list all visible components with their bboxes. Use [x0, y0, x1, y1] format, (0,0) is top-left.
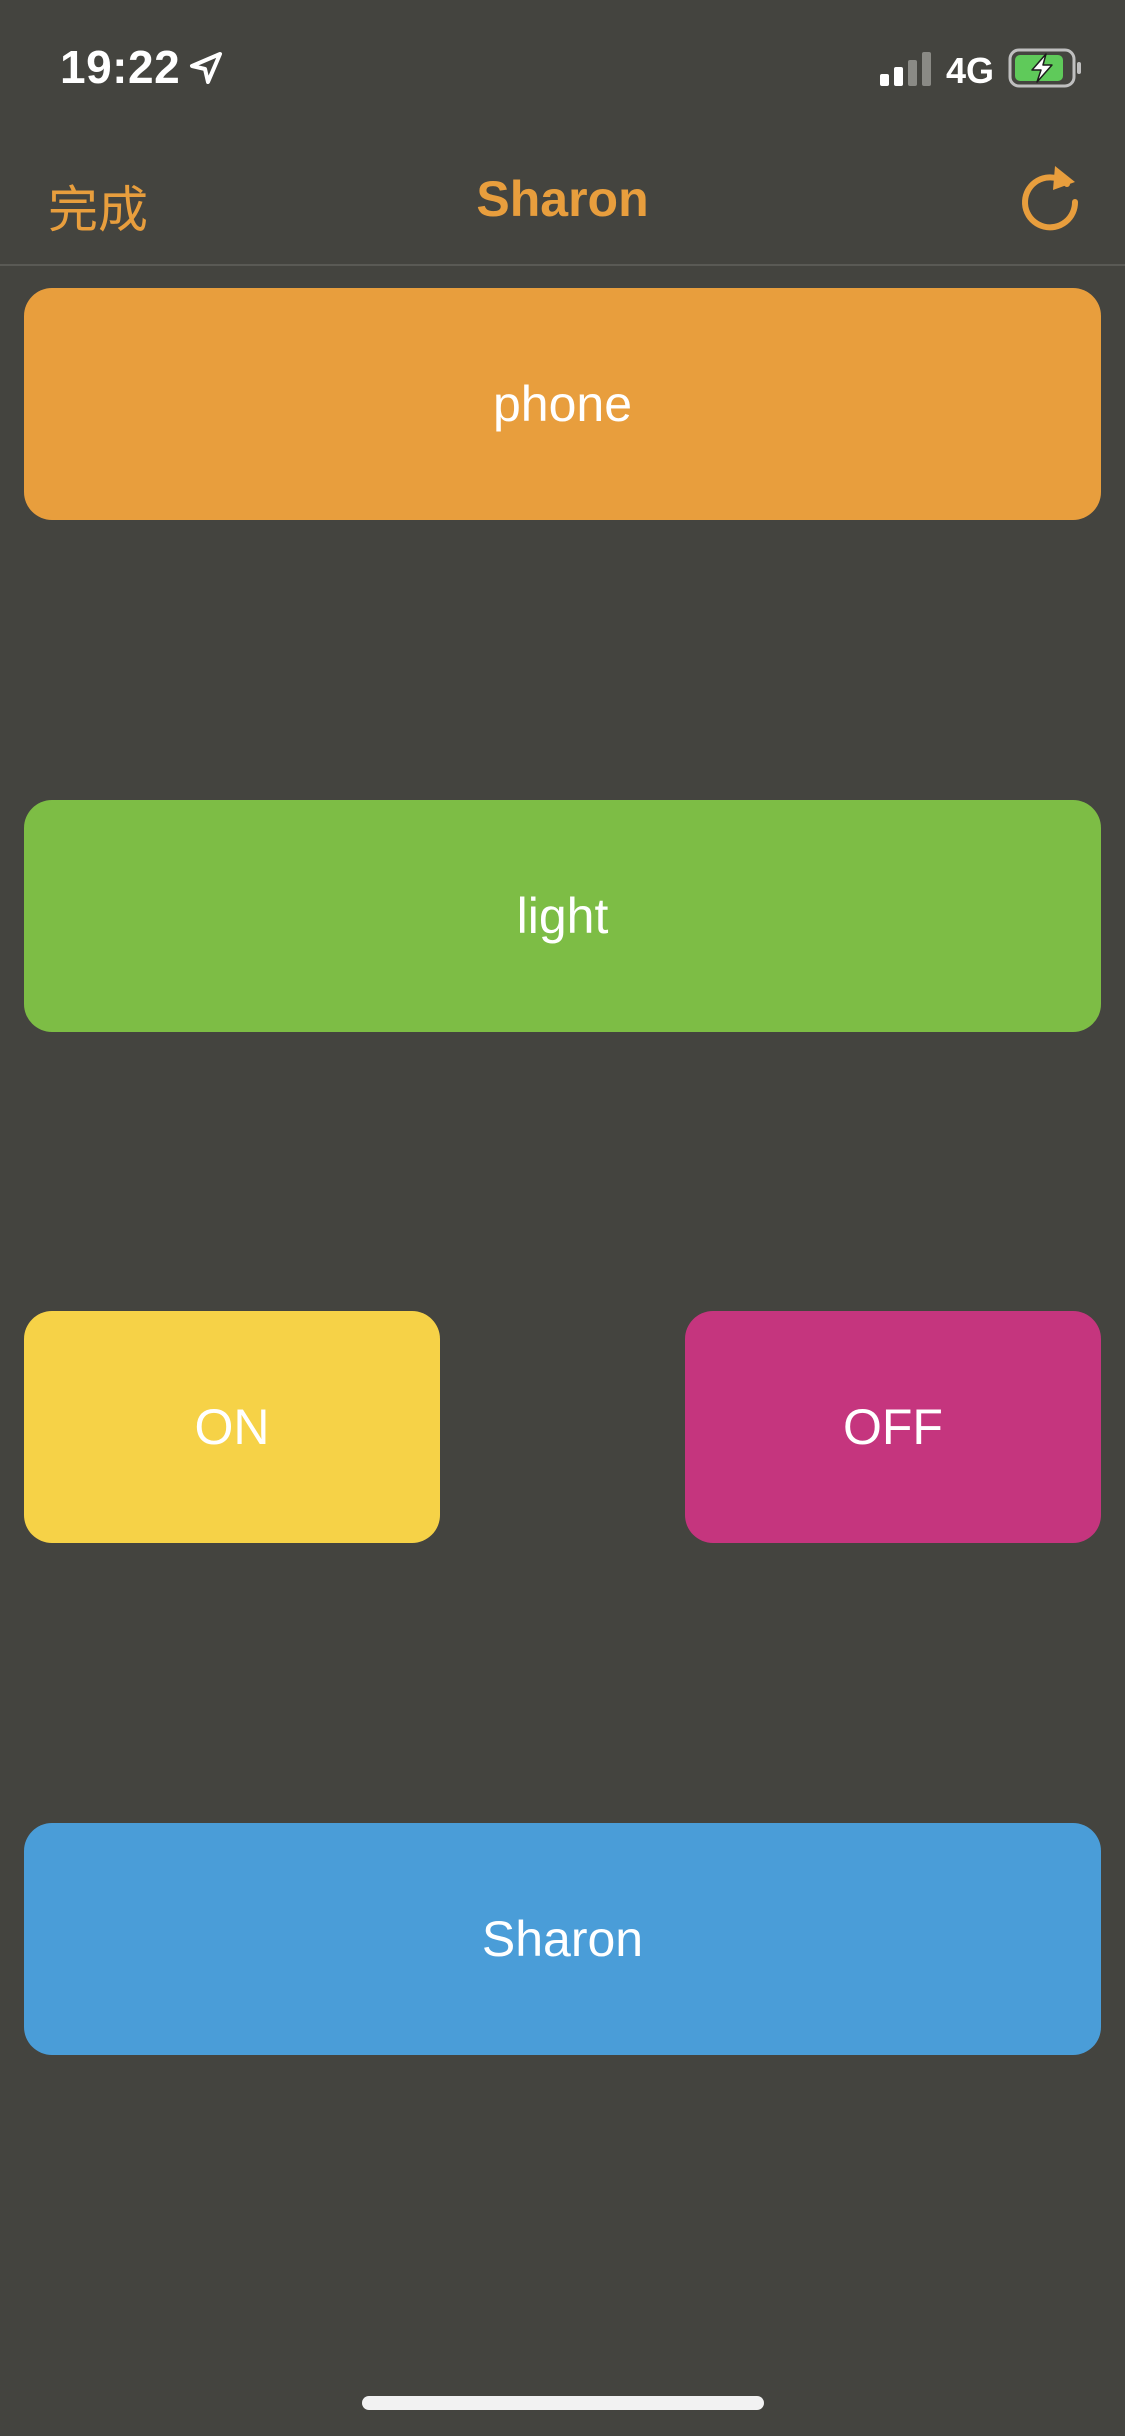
- home-indicator[interactable]: [362, 2396, 764, 2410]
- battery-charging-icon: [1008, 48, 1081, 88]
- refresh-icon[interactable]: [1015, 162, 1085, 232]
- phone-button-label: phone: [492, 376, 633, 432]
- cellular-signal-icon: [880, 52, 931, 86]
- sharon-button-label: Sharon: [481, 1911, 644, 1967]
- network-type: 4G: [946, 50, 995, 91]
- off-button[interactable]: OFF: [685, 1311, 1101, 1543]
- location-arrow-icon: [190, 52, 222, 84]
- light-button-label: light: [516, 888, 609, 944]
- navigation-bar: 完成 Sharon: [0, 132, 1125, 266]
- off-button-label: OFF: [843, 1399, 943, 1455]
- on-button[interactable]: ON: [24, 1311, 440, 1543]
- on-button-label: ON: [194, 1399, 270, 1455]
- light-button[interactable]: light: [24, 800, 1101, 1032]
- status-time: 19:22: [60, 41, 181, 93]
- phone-button[interactable]: phone: [24, 288, 1101, 520]
- sharon-button[interactable]: Sharon: [24, 1823, 1101, 2055]
- page-title: Sharon: [476, 171, 649, 227]
- status-bar: 19:22 4G: [0, 0, 1125, 132]
